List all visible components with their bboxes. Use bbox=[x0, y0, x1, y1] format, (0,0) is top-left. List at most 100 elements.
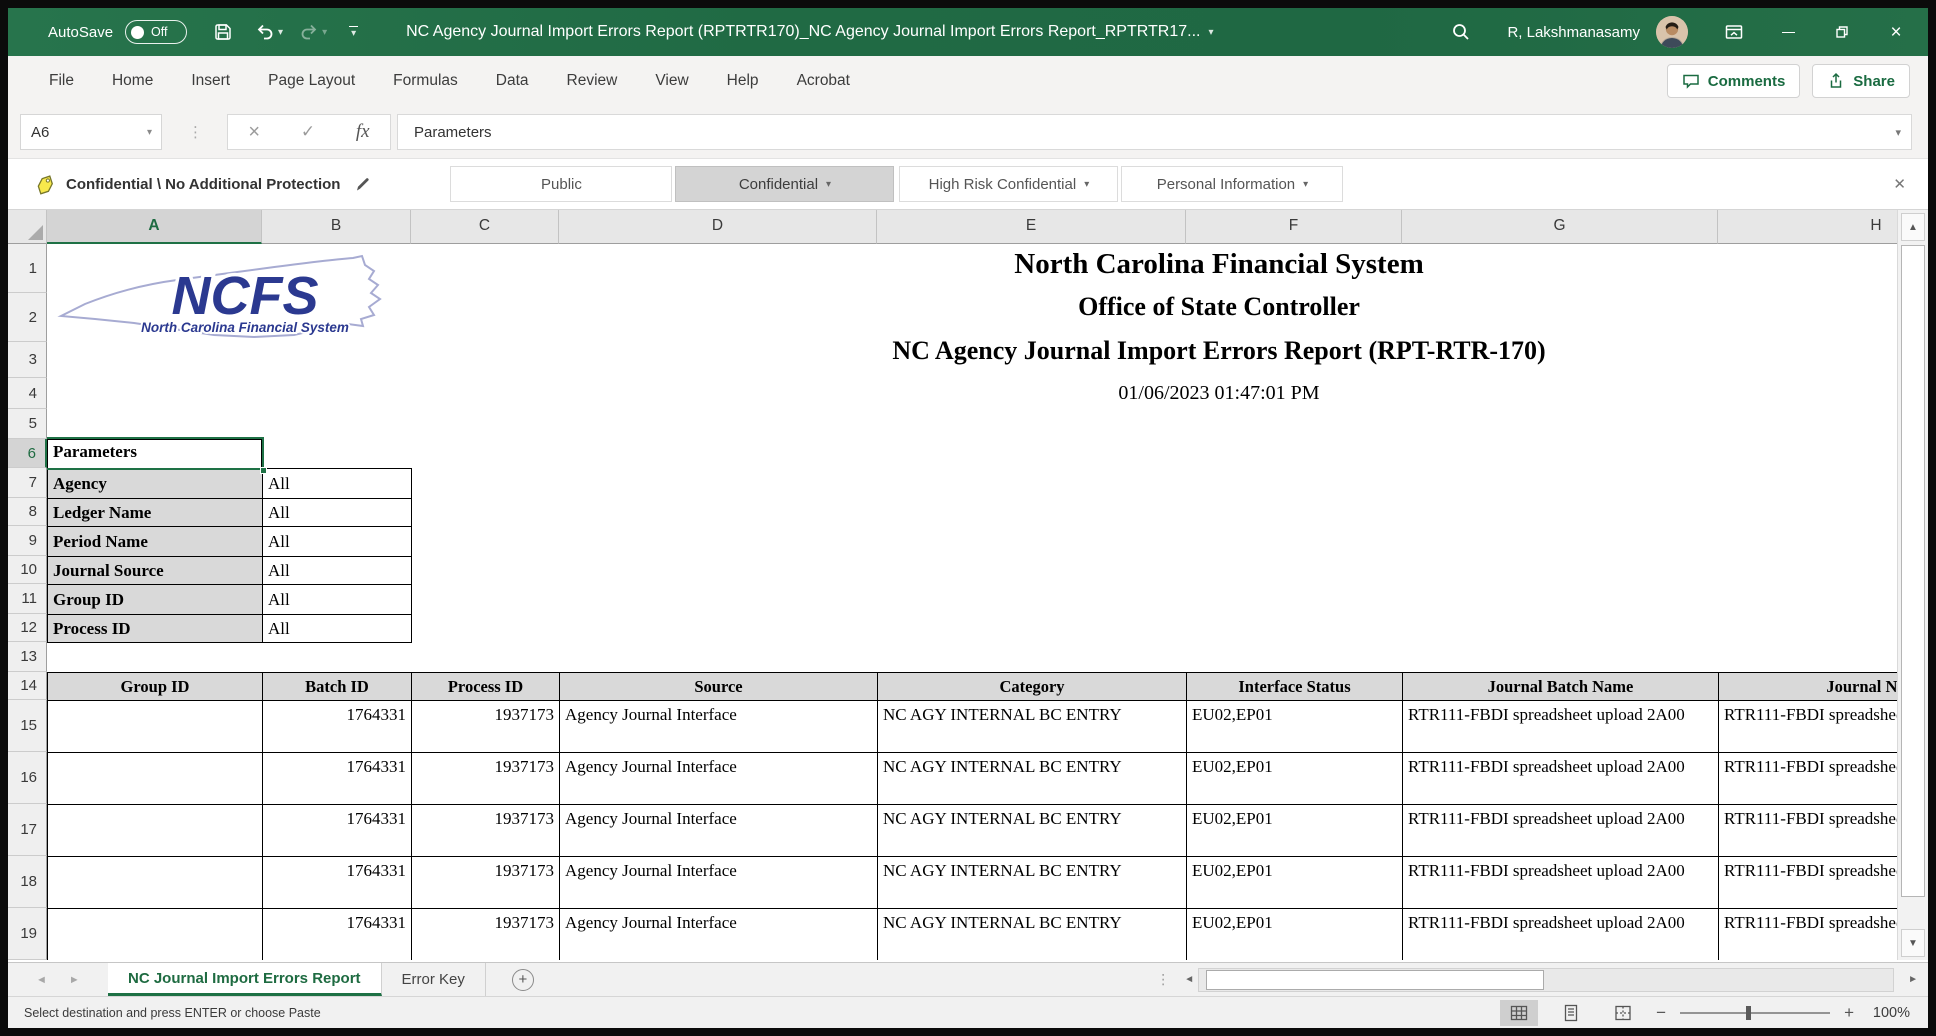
cell-category[interactable]: NC AGY INTERNAL BC ENTRY bbox=[878, 805, 1187, 857]
name-box[interactable]: A6 ▾ bbox=[20, 114, 162, 150]
zoom-slider[interactable] bbox=[1680, 1012, 1830, 1014]
row-header-9[interactable]: 9 bbox=[8, 526, 47, 556]
tab-view[interactable]: View bbox=[636, 56, 707, 106]
comments-button[interactable]: Comments bbox=[1667, 64, 1801, 98]
param-value[interactable]: All bbox=[263, 499, 412, 527]
row-header-7[interactable]: 7 bbox=[8, 468, 47, 498]
cell-process-id[interactable]: 1937173 bbox=[412, 909, 560, 961]
row-header-18[interactable]: 18 bbox=[8, 856, 47, 908]
param-label[interactable]: Process ID bbox=[48, 615, 263, 643]
sheet-tab-nc-journal-import-errors-report[interactable]: NC Journal Import Errors Report bbox=[108, 963, 382, 996]
formula-input[interactable]: Parameters ▾ bbox=[397, 114, 1912, 150]
page-break-preview-icon[interactable] bbox=[1604, 1000, 1642, 1026]
tab-review[interactable]: Review bbox=[548, 56, 637, 106]
param-value[interactable]: All bbox=[263, 527, 412, 557]
edit-sensitivity-pencil-icon[interactable] bbox=[354, 175, 372, 193]
tab-help[interactable]: Help bbox=[708, 56, 778, 106]
cell-category[interactable]: NC AGY INTERNAL BC ENTRY bbox=[878, 753, 1187, 805]
cell-journal-batch-name[interactable]: RTR111-FBDI spreadsheet upload 2A00 bbox=[1403, 753, 1719, 805]
col-interface-status[interactable]: Interface Status bbox=[1187, 673, 1403, 701]
ribbon-display-options-icon[interactable] bbox=[1722, 8, 1746, 56]
cell-interface-status[interactable]: EU02,EP01 bbox=[1187, 701, 1403, 753]
cell-journal-name[interactable]: RTR111-FBDI spreadsheet upload 2A00 bbox=[1719, 805, 1898, 857]
hscroll-right-icon[interactable]: ► bbox=[1908, 974, 1918, 985]
cell-batch-id[interactable]: 1764331 bbox=[263, 909, 412, 961]
column-header-e[interactable]: E bbox=[877, 210, 1186, 244]
sheet-tab-error-key[interactable]: Error Key bbox=[382, 963, 486, 996]
hscroll-left-icon[interactable]: ◄ bbox=[1184, 974, 1194, 985]
row-header-17[interactable]: 17 bbox=[8, 804, 47, 856]
cell-group-id[interactable] bbox=[48, 909, 263, 961]
column-header-a[interactable]: A bbox=[47, 210, 262, 244]
cell-interface-status[interactable]: EU02,EP01 bbox=[1187, 753, 1403, 805]
row-header-8[interactable]: 8 bbox=[8, 498, 47, 526]
zoom-in-icon[interactable]: + bbox=[1844, 1003, 1854, 1023]
cell-journal-name[interactable]: RTR111-FBDI spreadsheet upload 2A00 bbox=[1719, 701, 1898, 753]
cell-journal-batch-name[interactable]: RTR111-FBDI spreadsheet upload 2A00 bbox=[1403, 805, 1719, 857]
row-header-1[interactable]: 1 bbox=[8, 244, 47, 293]
cell-grid[interactable]: NCFS North Carolina Financial System Nor… bbox=[47, 244, 1897, 960]
cell-group-id[interactable] bbox=[48, 753, 263, 805]
cell-group-id[interactable] bbox=[48, 805, 263, 857]
close-button[interactable]: × bbox=[1884, 8, 1908, 56]
name-box-dropdown-icon[interactable]: ▾ bbox=[147, 127, 152, 138]
cell-category[interactable]: NC AGY INTERNAL BC ENTRY bbox=[878, 909, 1187, 961]
cell-journal-batch-name[interactable]: RTR111-FBDI spreadsheet upload 2A00 bbox=[1403, 857, 1719, 909]
undo-button[interactable]: ▾ bbox=[255, 22, 283, 42]
column-header-d[interactable]: D bbox=[559, 210, 877, 244]
cell-source[interactable]: Agency Journal Interface bbox=[560, 753, 878, 805]
cell-batch-id[interactable]: 1764331 bbox=[263, 857, 412, 909]
search-icon[interactable] bbox=[1451, 22, 1471, 42]
title-dropdown-icon[interactable]: ▾ bbox=[1208, 27, 1213, 38]
tab-formulas[interactable]: Formulas bbox=[374, 56, 477, 106]
cell-category[interactable]: NC AGY INTERNAL BC ENTRY bbox=[878, 857, 1187, 909]
sensitivity-high-risk-button[interactable]: High Risk Confidential ▾ bbox=[899, 166, 1118, 202]
row-header-19[interactable]: 19 bbox=[8, 908, 47, 960]
page-layout-view-icon[interactable] bbox=[1552, 1000, 1590, 1026]
tab-acrobat[interactable]: Acrobat bbox=[778, 56, 869, 106]
col-group-id[interactable]: Group ID bbox=[48, 673, 263, 701]
zoom-slider-thumb[interactable] bbox=[1746, 1006, 1751, 1020]
row-header-3[interactable]: 3 bbox=[8, 342, 47, 378]
fill-handle[interactable] bbox=[260, 467, 267, 474]
prev-sheet-icon[interactable]: ◄ bbox=[36, 974, 47, 986]
scroll-up-icon[interactable]: ▲ bbox=[1901, 213, 1925, 241]
cell-source[interactable]: Agency Journal Interface bbox=[560, 701, 878, 753]
cell-journal-batch-name[interactable]: RTR111-FBDI spreadsheet upload 2A00 bbox=[1403, 701, 1719, 753]
tab-data[interactable]: Data bbox=[477, 56, 548, 106]
high-risk-dropdown-icon[interactable]: ▾ bbox=[1084, 179, 1089, 190]
user-name[interactable]: R, Lakshmanasamy bbox=[1507, 24, 1640, 41]
param-label[interactable]: Ledger Name bbox=[48, 499, 263, 527]
confidential-dropdown-icon[interactable]: ▾ bbox=[826, 179, 831, 190]
col-process-id[interactable]: Process ID bbox=[412, 673, 560, 701]
cell-interface-status[interactable]: EU02,EP01 bbox=[1187, 857, 1403, 909]
column-header-h[interactable]: H bbox=[1718, 210, 1897, 244]
row-header-15[interactable]: 15 bbox=[8, 700, 47, 752]
cell-journal-name[interactable]: RTR111-FBDI spreadsheet upload 2A00 bbox=[1719, 857, 1898, 909]
cell-process-id[interactable]: 1937173 bbox=[412, 805, 560, 857]
sensitivity-bar-close-icon[interactable]: ✕ bbox=[1893, 175, 1906, 193]
column-header-f[interactable]: F bbox=[1186, 210, 1402, 244]
tab-home[interactable]: Home bbox=[93, 56, 172, 106]
new-sheet-icon[interactable]: + bbox=[512, 969, 534, 991]
param-value[interactable]: All bbox=[263, 469, 412, 499]
column-header-c[interactable]: C bbox=[411, 210, 559, 244]
row-header-16[interactable]: 16 bbox=[8, 752, 47, 804]
cell-batch-id[interactable]: 1764331 bbox=[263, 701, 412, 753]
col-journal-batch-name[interactable]: Journal Batch Name bbox=[1403, 673, 1719, 701]
cell-journal-name[interactable]: RTR111-FBDI spreadsheet upload 2A00 bbox=[1719, 753, 1898, 805]
sensitivity-public-button[interactable]: Public bbox=[450, 166, 672, 202]
param-value[interactable]: All bbox=[263, 585, 412, 615]
param-label[interactable]: Journal Source bbox=[48, 557, 263, 585]
horizontal-scrollbar[interactable] bbox=[1198, 968, 1894, 992]
formula-bar-handle-icon[interactable]: ⋮ bbox=[188, 123, 203, 141]
cell-source[interactable]: Agency Journal Interface bbox=[560, 909, 878, 961]
row-header-13[interactable]: 13 bbox=[8, 642, 47, 672]
row-header-14[interactable]: 14 bbox=[8, 672, 47, 700]
cell-process-id[interactable]: 1937173 bbox=[412, 701, 560, 753]
row-header-5[interactable]: 5 bbox=[8, 409, 47, 439]
sensitivity-confidential-button[interactable]: Confidential ▾ bbox=[675, 166, 894, 202]
param-label[interactable]: Agency bbox=[48, 469, 263, 499]
cell-batch-id[interactable]: 1764331 bbox=[263, 805, 412, 857]
tab-insert[interactable]: Insert bbox=[172, 56, 249, 106]
